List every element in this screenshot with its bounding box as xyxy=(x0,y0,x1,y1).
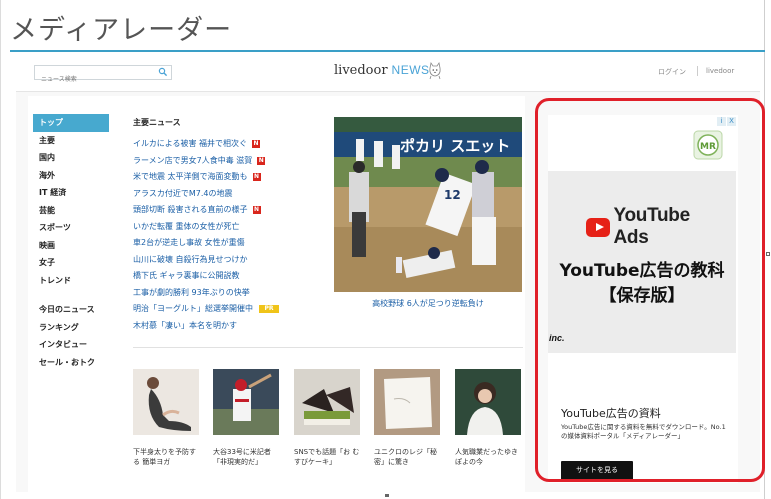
nav-item-top[interactable]: トップ xyxy=(33,114,109,132)
main-news-heading: 主要ニュース xyxy=(133,118,181,127)
thumb-woman-image xyxy=(455,369,521,435)
news-item-text[interactable]: いかだ転覆 重体の女性が死亡 xyxy=(133,219,240,236)
thumb-yoga-image xyxy=(133,369,199,435)
news-item-text[interactable]: 工事が劇的勝利 93年ぶりの快挙 xyxy=(133,285,250,302)
photo-thumbnails: 下半身太りを予防する 簡単ヨガ 大谷33号に米記者 「非現実的だ」 SNSでも話… xyxy=(133,369,525,468)
nav-item-sports[interactable]: スポーツ xyxy=(33,219,109,237)
news-item[interactable]: 車2台が逆走し事故 女性が重傷 xyxy=(133,235,323,252)
thumb-item[interactable]: SNSでも話題「お むすびケーキ」 xyxy=(294,369,360,468)
thumb-item[interactable]: ユニクロのレジ「秘 密」に驚き xyxy=(374,369,440,468)
logo-livedoor-text: livedoor xyxy=(334,63,388,78)
bottom-marker xyxy=(385,494,389,497)
news-item[interactable]: ラーメン店で男女7人食中毒 滋賀 N xyxy=(133,153,323,170)
news-item[interactable]: 工事が劇的勝利 93年ぶりの快挙 xyxy=(133,285,323,302)
nav-item-main[interactable]: 主要 xyxy=(33,132,109,150)
header-separator xyxy=(697,66,698,76)
search-input[interactable] xyxy=(35,73,147,86)
livedoor-news-logo[interactable]: livedoor NEWS xyxy=(334,63,430,83)
new-badge: N xyxy=(252,206,261,215)
news-item-text[interactable]: 車2台が逆走し事故 女性が重傷 xyxy=(133,235,245,252)
thumb-baseball-image xyxy=(213,369,279,435)
search-icon[interactable] xyxy=(158,67,168,77)
main-news-list: イルカによる被害 福井で相次ぐ N ラーメン店で男女7人食中毒 滋賀 N 米で地震 … xyxy=(133,136,323,334)
svg-text:12: 12 xyxy=(444,188,461,202)
news-item[interactable]: 橋下氏 ギャラ裏事に公開説教 xyxy=(133,268,323,285)
nav-item-trend[interactable]: トレンド xyxy=(33,272,109,290)
thumb-caption[interactable]: 人気職業だったゆき ぽよの今 xyxy=(455,447,521,468)
thumb-caption[interactable]: SNSでも話題「お むすびケーキ」 xyxy=(294,447,360,468)
thumb-caption[interactable]: 下半身太りを予防する 簡単ヨガ xyxy=(133,447,199,468)
thumb-caption[interactable]: 大谷33号に米記者 「非現実的だ」 xyxy=(213,447,279,468)
news-item[interactable]: 米で地震 太平洋側で海面変動も N xyxy=(133,169,323,186)
login-link[interactable]: ログイン xyxy=(658,67,686,77)
logo-news-text: NEWS xyxy=(391,63,430,77)
new-badge: N xyxy=(252,173,261,182)
page-title: メディアレーダー xyxy=(10,15,233,46)
news-item-text[interactable]: 米で地震 太平洋側で海面変動も xyxy=(133,169,248,186)
baseball-field-image: ポカリ スエット 12 xyxy=(334,117,522,292)
news-item-text[interactable]: ラーメン店で男女7人食中毒 滋賀 xyxy=(133,153,252,170)
news-item[interactable]: イルカによる被害 福井で相次ぐ N xyxy=(133,136,323,153)
news-item[interactable]: 明治「ヨーグルト」総選挙開催中 PR xyxy=(133,301,323,318)
nav-gap xyxy=(33,289,109,301)
nav-item-domestic[interactable]: 国内 xyxy=(33,149,109,167)
thumb-caption[interactable]: ユニクロのレジ「秘 密」に驚き xyxy=(374,447,440,468)
news-item-text[interactable]: イルカによる被害 福井で相次ぐ xyxy=(133,136,247,153)
news-item[interactable]: 木村慕「凄い」本名を明かす xyxy=(133,318,323,335)
nav-item-ranking[interactable]: ランキング xyxy=(33,319,109,337)
feature-caption[interactable]: 高校野球 6人が足つり逆転負け xyxy=(334,298,522,309)
category-nav: トップ 主要 国内 海外 IT 経済 芸能 スポーツ 映画 女子 トレンド 今日… xyxy=(33,114,109,371)
nav-item-women[interactable]: 女子 xyxy=(33,254,109,272)
section-divider xyxy=(133,347,523,348)
nav-item-movies[interactable]: 映画 xyxy=(33,237,109,255)
news-item[interactable]: 山川に破壊 自殺行為見せつけか xyxy=(133,252,323,269)
title-divider xyxy=(10,50,765,52)
nav-item-interview[interactable]: インタビュー xyxy=(33,336,109,354)
thumb-item[interactable]: 人気職業だったゆき ぽよの今 xyxy=(455,369,521,468)
resize-handle-marker xyxy=(766,252,770,256)
news-item-text[interactable]: 明治「ヨーグルト」総選挙開催中 xyxy=(133,301,253,318)
thumb-cake-image xyxy=(294,369,360,435)
new-badge: N xyxy=(257,156,266,165)
nav-item-world[interactable]: 海外 xyxy=(33,167,109,185)
news-item-text[interactable]: 木村慕「凄い」本名を明かす xyxy=(133,318,237,335)
news-item-text[interactable]: 橋下氏 ギャラ裏事に公開説教 xyxy=(133,268,240,285)
news-item[interactable]: アラスカ付近でM7.4の地震 xyxy=(133,186,323,203)
nav-item-it-economy[interactable]: IT 経済 xyxy=(33,184,109,202)
news-item[interactable]: 頭部切断 殺害される直前の様子 N xyxy=(133,202,323,219)
ad-highlight-frame xyxy=(535,98,765,482)
nav-item-entertainment[interactable]: 芸能 xyxy=(33,202,109,220)
new-badge: N xyxy=(252,140,261,149)
news-item-text[interactable]: 頭部切断 殺害される直前の様子 xyxy=(133,202,248,219)
feature-photo[interactable]: ポカリ スエット 12 xyxy=(334,117,522,292)
search-box[interactable] xyxy=(34,65,172,86)
thumb-item[interactable]: 下半身太りを予防する 簡単ヨガ xyxy=(133,369,199,468)
livedoor-link[interactable]: livedoor xyxy=(706,67,734,75)
nav-item-today-news[interactable]: 今日のニュース xyxy=(33,301,109,319)
thumb-item[interactable]: 大谷33号に米記者 「非現実的だ」 xyxy=(213,369,279,468)
cat-mascot-icon xyxy=(429,61,441,80)
thumb-receipt-image xyxy=(374,369,440,435)
news-item-text[interactable]: アラスカ付近でM7.4の地震 xyxy=(133,186,232,203)
feature-banner-text: ポカリ スエット xyxy=(400,137,510,155)
news-item-text[interactable]: 山川に破壊 自殺行為見せつけか xyxy=(133,252,248,269)
news-item[interactable]: いかだ転覆 重体の女性が死亡 xyxy=(133,219,323,236)
nav-item-sale[interactable]: セール・おトク xyxy=(33,354,109,372)
pr-badge: PR xyxy=(259,305,279,314)
